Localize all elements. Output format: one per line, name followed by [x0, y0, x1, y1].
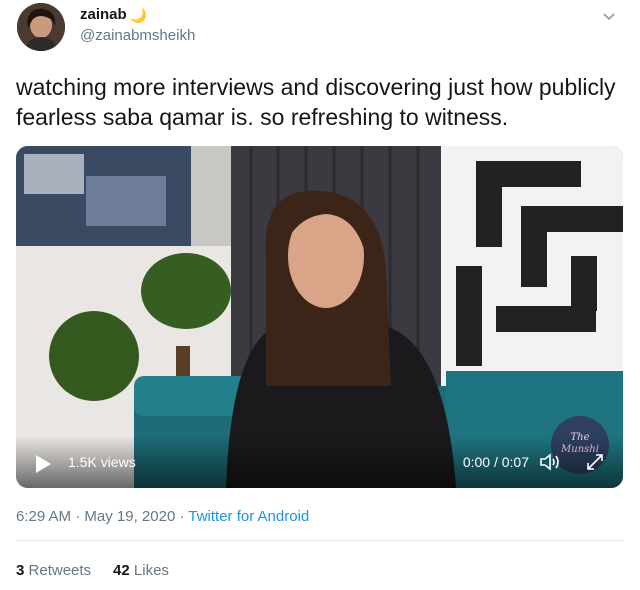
likes-stat[interactable]: 42 Likes	[113, 562, 169, 579]
tweet-meta: 6:29 AM · May 19, 2020 · Twitter for And…	[16, 508, 309, 525]
tweet-time[interactable]: 6:29 AM	[16, 508, 71, 525]
video-player[interactable]: The Munshi 1.5K views 0:00 / 0:07	[16, 146, 623, 488]
video-time: 0:00 / 0:07	[462, 454, 529, 470]
user-handle[interactable]: @zainabmsheikh	[80, 27, 195, 44]
user-name-row[interactable]: zainab 🌙	[80, 6, 147, 23]
retweets-label: Retweets	[28, 562, 92, 579]
video-controls: 1.5K views 0:00 / 0:07	[16, 436, 623, 488]
tweet-text: watching more interviews and discovering…	[16, 74, 616, 130]
volume-icon[interactable]	[539, 452, 561, 472]
meta-separator: ·	[175, 508, 189, 525]
meta-separator: ·	[71, 508, 85, 525]
divider	[16, 540, 624, 541]
play-icon[interactable]	[34, 454, 52, 474]
likes-count: 42	[113, 562, 130, 579]
retweets-count: 3	[16, 562, 25, 579]
retweets-stat[interactable]: 3 Retweets	[16, 562, 91, 579]
tweet-date[interactable]: May 19, 2020	[84, 508, 175, 525]
view-count: 1.5K views	[68, 454, 136, 470]
likes-label: Likes	[133, 562, 169, 579]
moon-emoji: 🌙	[129, 6, 148, 23]
tweet-source-link[interactable]: Twitter for Android	[188, 508, 309, 525]
tweet-stats: 3 Retweets 42 Likes	[16, 562, 169, 579]
avatar[interactable]	[17, 3, 65, 51]
fullscreen-icon[interactable]	[585, 452, 605, 472]
display-name[interactable]: zainab	[80, 6, 127, 23]
avatar-image	[17, 3, 65, 51]
caret-down-icon[interactable]	[600, 8, 618, 26]
